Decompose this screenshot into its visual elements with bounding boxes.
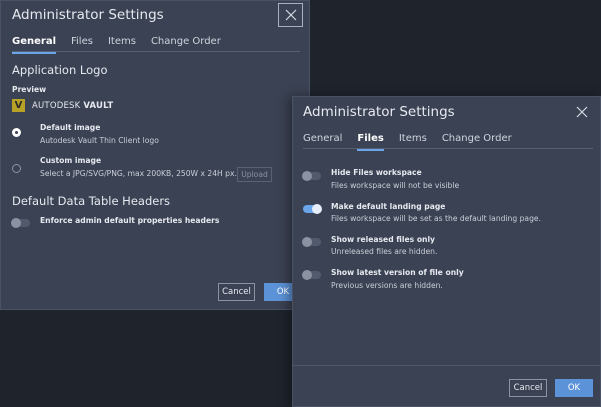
close-icon (576, 106, 588, 118)
close-button[interactable] (571, 101, 593, 123)
table-headers-heading: Default Data Table Headers (12, 194, 171, 208)
tab-items[interactable]: Items (399, 133, 427, 148)
tab-bar: General Files Items Change Order (12, 36, 300, 54)
logo-text-prefix: AUTODESK (32, 101, 81, 111)
tab-change-order[interactable]: Change Order (442, 133, 512, 148)
custom-image-radio[interactable] (12, 164, 21, 173)
application-logo-heading: Application Logo (12, 63, 108, 77)
setting-label: Show released files only (331, 235, 435, 244)
dialog-title: Administrator Settings (303, 104, 455, 120)
tab-files[interactable]: Files (71, 36, 93, 51)
cancel-button[interactable]: Cancel (509, 379, 547, 397)
tab-files[interactable]: Files (357, 133, 385, 151)
toggle-knob (302, 171, 312, 181)
latest-version-only-toggle[interactable] (302, 270, 321, 280)
vault-logo-text: AUTODESK VAULT (32, 101, 113, 111)
dialog-title: Administrator Settings (12, 7, 164, 23)
enforce-headers-label: Enforce admin default properties headers (40, 216, 220, 225)
tab-items[interactable]: Items (108, 36, 136, 51)
toggle-knob (11, 218, 21, 228)
custom-image-desc: Select a JPG/SVG/PNG, max 200KB, 250W x … (40, 169, 237, 178)
admin-settings-dialog-files: Administrator Settings General Files Ite… (292, 96, 601, 407)
toggle-knob (312, 204, 322, 214)
tab-bar: General Files Items Change Order (303, 133, 593, 151)
upload-button[interactable]: Upload (237, 167, 272, 182)
setting-label: Make default landing page (331, 202, 446, 211)
released-files-only-toggle[interactable] (302, 237, 321, 247)
ok-button[interactable]: OK (555, 379, 593, 397)
footer-divider (293, 365, 600, 366)
preview-label: Preview (12, 85, 47, 94)
custom-image-label: Custom image (40, 156, 102, 165)
setting-desc: Previous versions are hidden. (331, 281, 443, 290)
logo-text-product: VAULT (83, 101, 114, 111)
default-landing-page-toggle[interactable] (303, 204, 322, 214)
tab-change-order[interactable]: Change Order (151, 36, 221, 51)
setting-desc: Unreleased files are hidden. (331, 247, 438, 256)
vault-logo-icon: V (12, 99, 25, 112)
toggle-knob (302, 237, 312, 247)
enforce-headers-toggle[interactable] (11, 218, 30, 228)
default-image-radio[interactable] (12, 128, 21, 137)
hide-files-workspace-toggle[interactable] (302, 171, 321, 181)
tab-general[interactable]: General (12, 36, 56, 54)
tab-general[interactable]: General (303, 133, 342, 148)
default-image-desc: Autodesk Vault Thin Client logo (40, 136, 159, 145)
default-image-label: Default image (40, 123, 101, 132)
toggle-knob (302, 270, 312, 280)
setting-desc: Files workspace will be set as the defau… (331, 214, 541, 223)
cancel-button[interactable]: Cancel (218, 283, 255, 301)
close-button[interactable] (278, 3, 303, 27)
close-icon (285, 9, 296, 21)
setting-label: Show latest version of file only (331, 268, 464, 277)
setting-desc: Files workspace will not be visible (331, 181, 460, 190)
setting-label: Hide Files workspace (331, 168, 422, 177)
admin-settings-dialog-general: Administrator Settings General Files Ite… (0, 0, 310, 310)
